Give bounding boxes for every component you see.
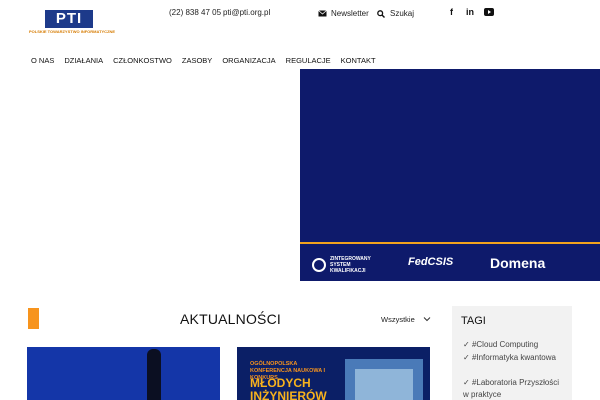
news-card-1[interactable] xyxy=(27,347,220,400)
filter-label: Wszystkie xyxy=(381,315,415,324)
page: PTI POLSKIE TOWARZYSTWO INFORMATYCZNE (2… xyxy=(0,0,600,400)
main-nav: O NAS DZIAŁANIA CZŁONKOSTWO ZASOBY ORGAN… xyxy=(31,56,386,65)
search-button[interactable]: Szukaj xyxy=(377,9,414,18)
card2-title: MŁODYCH INŻYNIERÓW xyxy=(250,377,327,400)
news-filter-dropdown[interactable]: Wszystkie xyxy=(381,315,431,324)
tag-label: #Informatyka kwantowa xyxy=(471,353,556,362)
domena-logo[interactable]: Domena xyxy=(490,254,545,272)
nav-item-regulacje[interactable]: REGULACJE xyxy=(286,56,331,65)
tag-item[interactable]: ✓ #Informatyka kwantowa xyxy=(463,352,563,364)
nav-item-organizacja[interactable]: ORGANIZACJA xyxy=(222,56,275,65)
newsletter-label: Newsletter xyxy=(331,9,369,18)
zsk-circle-icon xyxy=(312,258,326,272)
logo-subtitle: POLSKIE TOWARZYSTWO INFORMATYCZNE xyxy=(29,29,116,34)
zsk-logo[interactable]: ZINTEGROWANY SYSTEM KWALIFIKACJI xyxy=(312,256,371,274)
fedcsis-logo[interactable]: FedCSIS xyxy=(408,252,453,272)
check-icon: ✓ xyxy=(463,340,472,349)
logo-mark: PTI xyxy=(45,10,93,28)
news-card-image xyxy=(147,349,161,400)
phone-link[interactable]: (22) 838 47 05 xyxy=(169,8,221,17)
facebook-icon[interactable]: f xyxy=(450,6,453,18)
section-accent-bar xyxy=(28,308,39,329)
zsk-line3: KWALIFIKACJI xyxy=(330,268,366,274)
search-icon xyxy=(377,9,385,18)
nav-item-kontakt[interactable]: KONTAKT xyxy=(341,56,376,65)
card2-title-line1: MŁODYCH xyxy=(250,376,311,390)
nav-item-czlonkostwo[interactable]: CZŁONKOSTWO xyxy=(113,56,172,65)
newsletter-link[interactable]: Newsletter xyxy=(318,9,369,18)
nav-item-zasoby[interactable]: ZASOBY xyxy=(182,56,212,65)
news-section-title: AKTUALNOŚCI xyxy=(180,311,281,327)
nav-item-dzialania[interactable]: DZIAŁANIA xyxy=(64,56,103,65)
card2-title-line2: INŻYNIERÓW xyxy=(250,389,327,400)
envelope-icon xyxy=(318,10,327,17)
tag-item[interactable]: ✓ #Laboratoria Przyszłości w praktyce xyxy=(463,377,563,400)
tag-item[interactable]: ✓ #Cloud Computing xyxy=(463,339,563,351)
nav-item-o-nas[interactable]: O NAS xyxy=(31,56,54,65)
linkedin-icon[interactable]: in xyxy=(466,6,474,18)
zsk-text: ZINTEGROWANY SYSTEM KWALIFIKACJI xyxy=(330,256,371,274)
news-card-image-inner xyxy=(355,369,413,400)
tags-title: TAGI xyxy=(461,315,486,327)
chevron-down-icon xyxy=(423,317,431,322)
email-link[interactable]: pti@pti.org.pl xyxy=(223,8,270,17)
youtube-icon[interactable] xyxy=(484,8,494,16)
tag-label: #Laboratoria Przyszłości w praktyce xyxy=(463,378,560,399)
tag-label: #Cloud Computing xyxy=(471,340,539,349)
news-card-2[interactable]: OGÓLNOPOLSKA KONFERENCJA NAUKOWA I KONKU… xyxy=(237,347,430,400)
hero-banner[interactable]: ZINTEGROWANY SYSTEM KWALIFIKACJI FedCSIS… xyxy=(300,69,600,281)
check-icon: ✓ xyxy=(463,378,472,387)
search-label: Szukaj xyxy=(390,9,415,18)
check-icon: ✓ xyxy=(463,353,472,362)
banner-accent-line xyxy=(300,242,600,244)
pti-logo[interactable]: PTI POLSKIE TOWARZYSTWO INFORMATYCZNE xyxy=(29,8,116,36)
